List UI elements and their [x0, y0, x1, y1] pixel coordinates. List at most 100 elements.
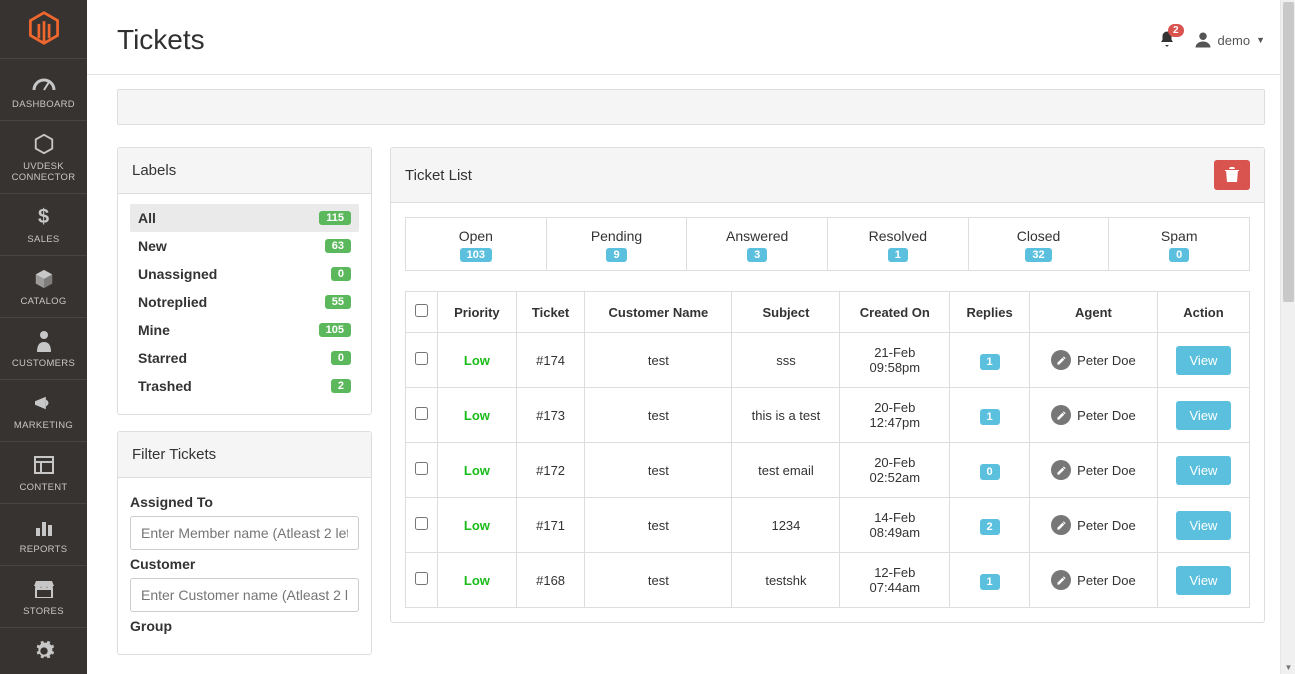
cell-subject: sss	[732, 333, 840, 388]
delete-button[interactable]	[1214, 160, 1250, 190]
cell-agent: Peter Doe	[1029, 388, 1157, 443]
reply-badge: 1	[980, 354, 1000, 370]
edit-agent-button[interactable]	[1051, 515, 1071, 535]
scroll-thumb[interactable]	[1283, 2, 1294, 302]
sidebar-item-reports[interactable]: REPORTS	[0, 503, 87, 565]
store-icon	[4, 576, 83, 602]
cell-action: View	[1157, 388, 1249, 443]
cell-priority: Low	[438, 443, 517, 498]
trash-icon	[1225, 167, 1239, 183]
label-text: Trashed	[138, 378, 192, 394]
sidebar-item-content[interactable]: CONTENT	[0, 441, 87, 503]
status-name: Closed	[969, 228, 1109, 244]
select-all-checkbox[interactable]	[415, 304, 428, 317]
edit-agent-button[interactable]	[1051, 460, 1071, 480]
label-text: Notreplied	[138, 294, 207, 310]
view-button[interactable]: View	[1176, 346, 1232, 375]
sidebar-item-dashboard[interactable]: DASHBOARD	[0, 58, 87, 120]
label-text: Mine	[138, 322, 170, 338]
label-text: Starred	[138, 350, 187, 366]
agent-name: Peter Doe	[1077, 408, 1136, 423]
cell-replies: 1	[950, 553, 1030, 608]
row-checkbox[interactable]	[415, 462, 428, 475]
cell-priority: Low	[438, 333, 517, 388]
cell-action: View	[1157, 498, 1249, 553]
pencil-icon	[1056, 520, 1067, 531]
row-checkbox[interactable]	[415, 407, 428, 420]
table-row: Low#168testtestshk12-Feb07:44am1Peter Do…	[406, 553, 1250, 608]
status-tab-open[interactable]: Open 103	[406, 218, 547, 270]
cell-action: View	[1157, 443, 1249, 498]
user-menu[interactable]: demo ▼	[1194, 31, 1265, 49]
row-checkbox[interactable]	[415, 352, 428, 365]
cell-ticket: #174	[516, 333, 585, 388]
sidebar-label: CATALOG	[4, 296, 83, 307]
cell-subject: this is a test	[732, 388, 840, 443]
sidebar-label: UVDESK CONNECTOR	[4, 161, 83, 183]
view-button[interactable]: View	[1176, 511, 1232, 540]
label-starred[interactable]: Starred0	[130, 344, 359, 372]
view-button[interactable]: View	[1176, 456, 1232, 485]
agent-name: Peter Doe	[1077, 463, 1136, 478]
sidebar-item-marketing[interactable]: MARKETING	[0, 379, 87, 441]
sidebar-item-uvdesk[interactable]: UVDESK CONNECTOR	[0, 120, 87, 193]
col-agent: Agent	[1029, 292, 1157, 333]
col-replies: Replies	[950, 292, 1030, 333]
status-tab-spam[interactable]: Spam0	[1109, 218, 1249, 270]
chevron-down-icon: ▼	[1256, 35, 1265, 45]
row-checkbox[interactable]	[415, 517, 428, 530]
megaphone-icon	[4, 390, 83, 416]
agent-name: Peter Doe	[1077, 353, 1136, 368]
sidebar-item-sales[interactable]: $ SALES	[0, 193, 87, 255]
row-checkbox[interactable]	[415, 572, 428, 585]
label-unassigned[interactable]: Unassigned0	[130, 260, 359, 288]
status-name: Answered	[687, 228, 827, 244]
cell-customer: test	[585, 388, 732, 443]
cell-created: 20-Feb12:47pm	[840, 388, 950, 443]
status-count-badge: 103	[460, 248, 492, 262]
label-trashed[interactable]: Trashed2	[130, 372, 359, 400]
sidebar-item-catalog[interactable]: CATALOG	[0, 255, 87, 317]
reply-badge: 2	[980, 519, 1000, 535]
cell-agent: Peter Doe	[1029, 553, 1157, 608]
view-button[interactable]: View	[1176, 566, 1232, 595]
edit-agent-button[interactable]	[1051, 570, 1071, 590]
cell-replies: 1	[950, 333, 1030, 388]
cell-agent: Peter Doe	[1029, 333, 1157, 388]
status-tab-closed[interactable]: Closed32	[969, 218, 1110, 270]
scroll-down-icon[interactable]: ▼	[1281, 660, 1295, 674]
cell-priority: Low	[438, 388, 517, 443]
gear-icon	[4, 638, 83, 664]
notice-bar	[117, 89, 1265, 125]
status-name: Pending	[547, 228, 687, 244]
status-tab-resolved[interactable]: Resolved1	[828, 218, 969, 270]
filter-customer-input[interactable]	[130, 578, 359, 612]
status-count-badge: 9	[606, 248, 626, 262]
sidebar-item-customers[interactable]: CUSTOMERS	[0, 317, 87, 379]
label-count-badge: 0	[331, 267, 351, 281]
cell-agent: Peter Doe	[1029, 498, 1157, 553]
label-all[interactable]: All115	[130, 204, 359, 232]
edit-agent-button[interactable]	[1051, 350, 1071, 370]
status-tab-answered[interactable]: Answered3	[687, 218, 828, 270]
status-tab-pending[interactable]: Pending 9	[547, 218, 688, 270]
filter-assigned-input[interactable]	[130, 516, 359, 550]
label-mine[interactable]: Mine105	[130, 316, 359, 344]
view-button[interactable]: View	[1176, 401, 1232, 430]
cube-icon	[4, 266, 83, 292]
notifications-button[interactable]: 2	[1158, 30, 1176, 51]
label-new[interactable]: New63	[130, 232, 359, 260]
col-customer: Customer Name	[585, 292, 732, 333]
pencil-icon	[1056, 575, 1067, 586]
label-notreplied[interactable]: Notreplied55	[130, 288, 359, 316]
cell-subject: test email	[732, 443, 840, 498]
main-content: Tickets 2 demo ▼ Labels All1	[87, 0, 1295, 674]
cell-created: 21-Feb09:58pm	[840, 333, 950, 388]
cell-customer: test	[585, 553, 732, 608]
edit-agent-button[interactable]	[1051, 405, 1071, 425]
status-name: Open	[406, 228, 546, 244]
scrollbar[interactable]: ▲ ▼	[1280, 0, 1295, 674]
bars-icon	[4, 514, 83, 540]
sidebar-item-system[interactable]	[0, 627, 87, 674]
sidebar-item-stores[interactable]: STORES	[0, 565, 87, 627]
